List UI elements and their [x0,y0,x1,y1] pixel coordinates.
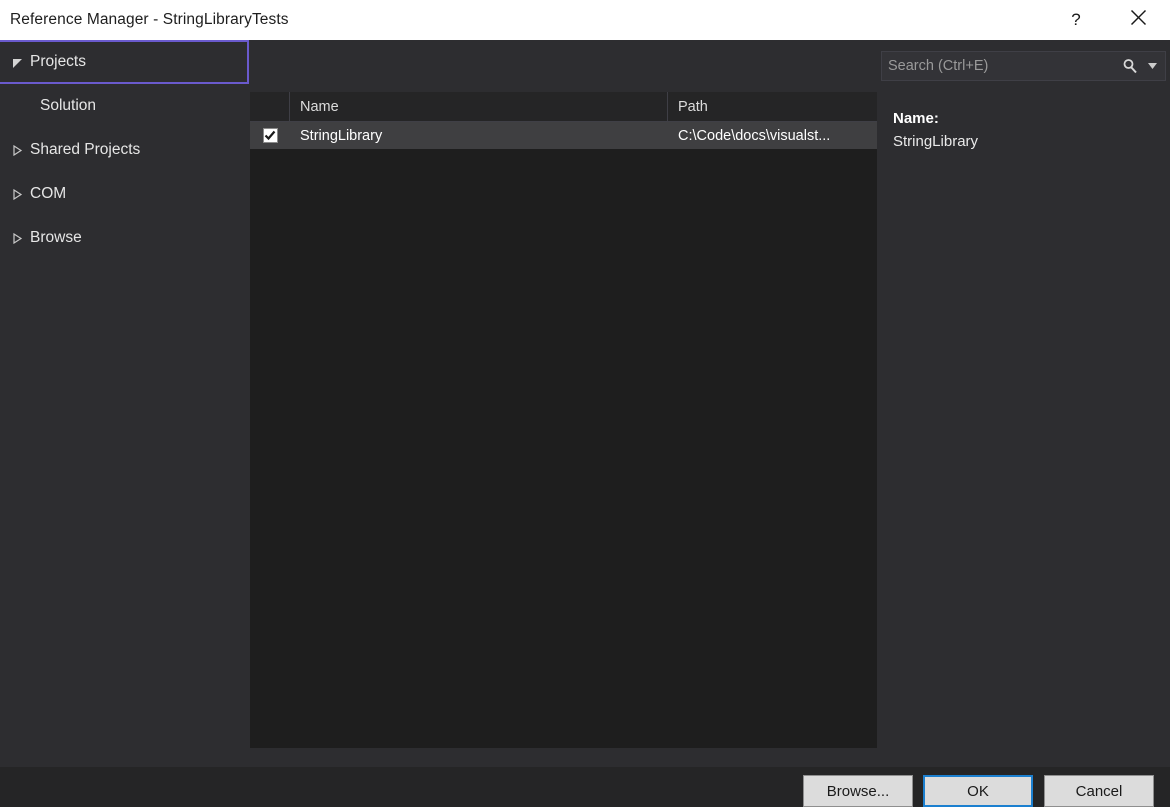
title-bar: Reference Manager - StringLibraryTests ? [0,0,1170,40]
magnifier-icon[interactable] [1117,58,1143,74]
question-mark-icon: ? [1071,10,1080,30]
sidebar-item-label: Browse [30,229,82,247]
sidebar-item-label: COM [30,185,66,203]
window-title: Reference Manager - StringLibraryTests [10,11,289,29]
reference-list-panel: Name Path StringLibrary C:\Code\docs\vis… [250,92,877,748]
search-box[interactable] [881,51,1166,81]
close-icon [1130,9,1147,31]
sidebar-item-projects[interactable]: Projects [0,40,249,84]
sidebar-item-label: Projects [30,53,86,71]
sidebar: Projects Solution Shared Projects COM [0,40,249,767]
details-name-value: StringLibrary [893,133,978,150]
reference-manager-dialog: Reference Manager - StringLibraryTests ? [0,0,1170,807]
triangle-right-icon[interactable] [4,145,30,156]
search-input[interactable] [882,58,1117,74]
window-controls: ? [1046,0,1170,40]
column-header-name[interactable]: Name [290,92,668,121]
column-header-path[interactable]: Path [668,92,877,121]
sidebar-item-solution[interactable]: Solution [0,84,249,128]
help-button[interactable]: ? [1046,0,1106,40]
sidebar-item-shared-projects[interactable]: Shared Projects [0,128,249,172]
cancel-button[interactable]: Cancel [1044,775,1154,807]
ok-button[interactable]: OK [923,775,1033,807]
row-name-cell: StringLibrary [290,122,668,149]
triangle-right-icon[interactable] [4,189,30,200]
sidebar-item-com[interactable]: COM [0,172,249,216]
checkbox-checked-icon[interactable] [263,128,278,143]
details-panel: Name: StringLibrary [879,92,1170,748]
chevron-down-icon[interactable] [1143,63,1165,69]
sidebar-item-browse[interactable]: Browse [0,216,249,260]
table-row[interactable]: StringLibrary C:\Code\docs\visualst... [250,122,877,149]
browse-button[interactable]: Browse... [803,775,913,807]
close-button[interactable] [1106,0,1170,40]
triangle-right-icon[interactable] [4,233,30,244]
details-name-label: Name: [893,110,939,127]
column-header-check[interactable] [250,92,290,121]
footer-bar: Browse... OK Cancel [0,767,1170,807]
row-path-cell: C:\Code\docs\visualst... [668,122,877,149]
triangle-down-icon[interactable] [4,57,30,68]
sidebar-item-label: Shared Projects [30,141,140,159]
list-header-row: Name Path [250,92,877,122]
row-checkbox-cell[interactable] [250,122,290,149]
sidebar-item-label: Solution [40,97,96,115]
